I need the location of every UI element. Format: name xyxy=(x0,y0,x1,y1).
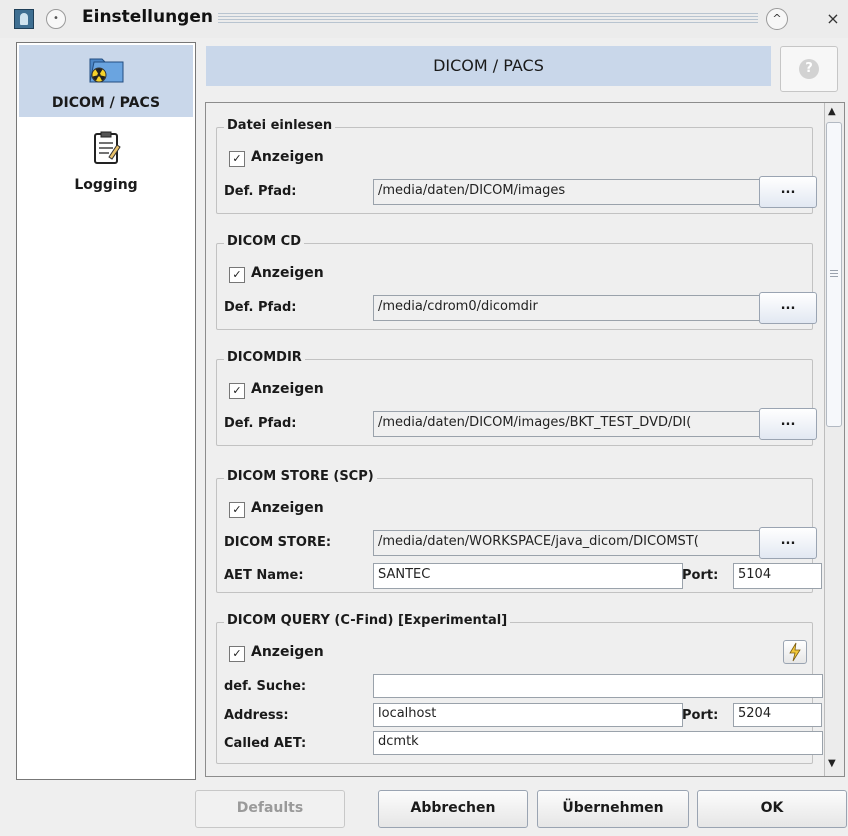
called-aet-label: Called AET: xyxy=(224,736,307,751)
group-title: DICOM CD xyxy=(224,234,305,249)
group-title: Datei einlesen xyxy=(224,118,336,133)
search-label: def. Suche: xyxy=(224,679,307,694)
path-field[interactable]: /media/daten/DICOM/images xyxy=(373,179,771,205)
settings-sidebar: DICOM / PACS Logging xyxy=(16,42,196,780)
folder-radiation-icon xyxy=(89,58,124,83)
window-title: Einstellungen xyxy=(82,7,213,27)
group-dicom-store: DICOM STORE (SCP) ✓ Anzeigen DICOM STORE… xyxy=(216,469,822,593)
path-label: Def. Pfad: xyxy=(224,300,297,315)
help-icon: ? xyxy=(799,59,819,79)
group-title: DICOMDIR xyxy=(224,350,305,365)
lightning-icon xyxy=(789,642,801,662)
pin-button[interactable]: • xyxy=(46,9,66,29)
group-dicom-cd: DICOM CD ✓ Anzeigen Def. Pfad: /media/cd… xyxy=(216,234,817,330)
group-title: DICOM STORE (SCP) xyxy=(224,469,377,484)
sidebar-item-dicom-pacs[interactable]: DICOM / PACS xyxy=(19,45,193,117)
group-dicom-query: DICOM QUERY (C-Find) [Experimental] ✓ An… xyxy=(216,613,823,764)
app-icon xyxy=(14,9,34,29)
path-field[interactable]: /media/cdrom0/dicomdir xyxy=(373,295,771,321)
port-field[interactable]: 5204 xyxy=(733,703,822,727)
sidebar-label-logging: Logging xyxy=(74,177,138,193)
page-title: DICOM / PACS xyxy=(206,46,771,86)
port-label: Port: xyxy=(682,708,719,723)
path-label: Def. Pfad: xyxy=(224,184,297,199)
scroll-up-icon[interactable]: ▲ xyxy=(828,106,836,117)
aet-label: AET Name: xyxy=(224,568,304,583)
browse-button[interactable]: ... xyxy=(759,176,817,208)
address-field[interactable]: localhost xyxy=(373,703,683,727)
called-aet-field[interactable]: dcmtk xyxy=(373,731,823,755)
cancel-button[interactable]: Abbrechen xyxy=(378,790,528,828)
show-checkbox[interactable]: ✓ xyxy=(229,383,245,399)
browse-button[interactable]: ... xyxy=(759,292,817,324)
group-dicomdir: DICOMDIR ✓ Anzeigen Def. Pfad: /media/da… xyxy=(216,350,817,446)
apply-button[interactable]: Übernehmen xyxy=(537,790,689,828)
show-label: Anzeigen xyxy=(251,149,324,165)
address-label: Address: xyxy=(224,708,289,723)
show-label: Anzeigen xyxy=(251,381,324,397)
clipboard-icon xyxy=(94,131,121,164)
group-datei-einlesen: Datei einlesen ✓ Anzeigen Def. Pfad: /me… xyxy=(216,118,817,214)
show-checkbox[interactable]: ✓ xyxy=(229,646,245,662)
path-field[interactable]: /media/daten/DICOM/images/BKT_TEST_DVD/D… xyxy=(373,411,771,437)
show-label: Anzeigen xyxy=(251,265,324,281)
store-path-field[interactable]: /media/daten/WORKSPACE/java_dicom/DICOMS… xyxy=(373,530,771,556)
search-field[interactable] xyxy=(373,674,823,698)
help-button[interactable]: ? xyxy=(780,46,838,92)
scroll-down-icon[interactable]: ▼ xyxy=(828,758,836,769)
settings-scroll-area: Datei einlesen ✓ Anzeigen Def. Pfad: /me… xyxy=(205,102,845,777)
test-connection-button[interactable] xyxy=(783,640,807,664)
store-label: DICOM STORE: xyxy=(224,535,332,550)
shade-button[interactable]: ^ xyxy=(766,8,788,30)
port-label: Port: xyxy=(682,568,719,583)
show-checkbox[interactable]: ✓ xyxy=(229,502,245,518)
title-decoration xyxy=(218,13,758,25)
browse-button[interactable]: ... xyxy=(759,527,817,559)
close-button[interactable]: × xyxy=(822,8,844,30)
aet-field[interactable]: SANTEC xyxy=(373,563,683,589)
show-label: Anzeigen xyxy=(251,500,324,516)
show-checkbox[interactable]: ✓ xyxy=(229,151,245,167)
group-title: DICOM QUERY (C-Find) [Experimental] xyxy=(224,613,511,628)
sidebar-label-dicom-pacs: DICOM / PACS xyxy=(51,95,161,111)
show-label: Anzeigen xyxy=(251,644,324,660)
show-checkbox[interactable]: ✓ xyxy=(229,267,245,283)
defaults-button[interactable]: Defaults xyxy=(195,790,345,828)
ok-button[interactable]: OK xyxy=(697,790,847,828)
scrollbar-grip-icon xyxy=(830,270,838,278)
port-field[interactable]: 5104 xyxy=(733,563,822,589)
sidebar-item-logging[interactable]: Logging xyxy=(19,127,193,197)
browse-button[interactable]: ... xyxy=(759,408,817,440)
path-label: Def. Pfad: xyxy=(224,416,297,431)
